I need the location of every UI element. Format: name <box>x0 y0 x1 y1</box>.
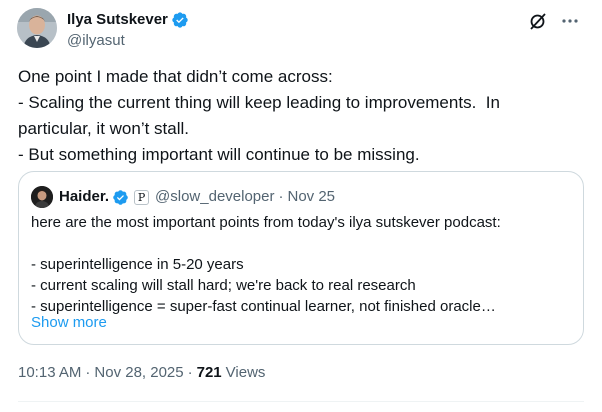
grok-icon[interactable] <box>528 11 548 31</box>
tweet-text-line: particular, it won’t stall. <box>18 119 190 138</box>
author-avatar[interactable] <box>17 8 57 48</box>
quoted-verified-badge-icon[interactable] <box>112 189 129 206</box>
quoted-author-avatar[interactable] <box>31 186 53 208</box>
quoted-text-line: - superintelligence in 5-20 years <box>31 256 244 273</box>
quoted-author-handle[interactable]: @slow_developer <box>155 187 274 207</box>
tweet-text-line: - But something important will continue … <box>18 145 420 164</box>
quoted-text-line: here are the most important points from … <box>31 214 501 231</box>
author-block: Ilya Sutskever @ilyasut <box>67 10 189 51</box>
views-label: Views <box>225 364 266 381</box>
quoted-header-separator: · <box>278 188 284 205</box>
quoted-text-line: - superintelligence = super-fast continu… <box>31 298 496 315</box>
show-more-link[interactable]: Show more <box>31 312 107 333</box>
tweet-top-actions <box>528 11 580 31</box>
quoted-tweet[interactable]: Haider. P @slow_developer · Nov 25 here … <box>18 171 584 345</box>
tweet-meta: 10:13 AM · Nov 28, 2025 · 721 Views <box>18 363 265 383</box>
tweet-date[interactable]: Nov 28, 2025 <box>94 363 183 383</box>
tweet: Ilya Sutskever @ilyasut One point I made… <box>0 0 602 412</box>
quoted-text-line <box>31 233 571 254</box>
meta-separator: · <box>187 364 193 381</box>
tweet-text-line: - Scaling the current thing will keep le… <box>18 93 500 112</box>
tweet-text-line: One point I made that didn’t come across… <box>18 67 333 86</box>
quoted-author-name[interactable]: Haider. <box>59 187 109 207</box>
quoted-tweet-header: Haider. P @slow_developer · Nov 25 <box>31 186 335 208</box>
divider <box>18 401 584 402</box>
author-handle[interactable]: @ilyasut <box>67 31 189 51</box>
affiliate-badge-icon[interactable]: P <box>134 189 150 205</box>
verified-badge-icon[interactable] <box>171 11 189 29</box>
quoted-tweet-text: here are the most important points from … <box>31 212 571 317</box>
author-name[interactable]: Ilya Sutskever <box>67 10 168 30</box>
author-name-row: Ilya Sutskever <box>67 10 189 30</box>
tweet-text: One point I made that didn’t come across… <box>18 64 578 168</box>
more-icon[interactable] <box>560 11 580 31</box>
meta-separator: · <box>85 364 91 381</box>
quoted-tweet-date[interactable]: Nov 25 <box>288 187 336 207</box>
views-count[interactable]: 721 <box>197 363 222 383</box>
quoted-text-line: - current scaling will stall hard; we're… <box>31 277 416 294</box>
tweet-time[interactable]: 10:13 AM <box>18 363 81 383</box>
